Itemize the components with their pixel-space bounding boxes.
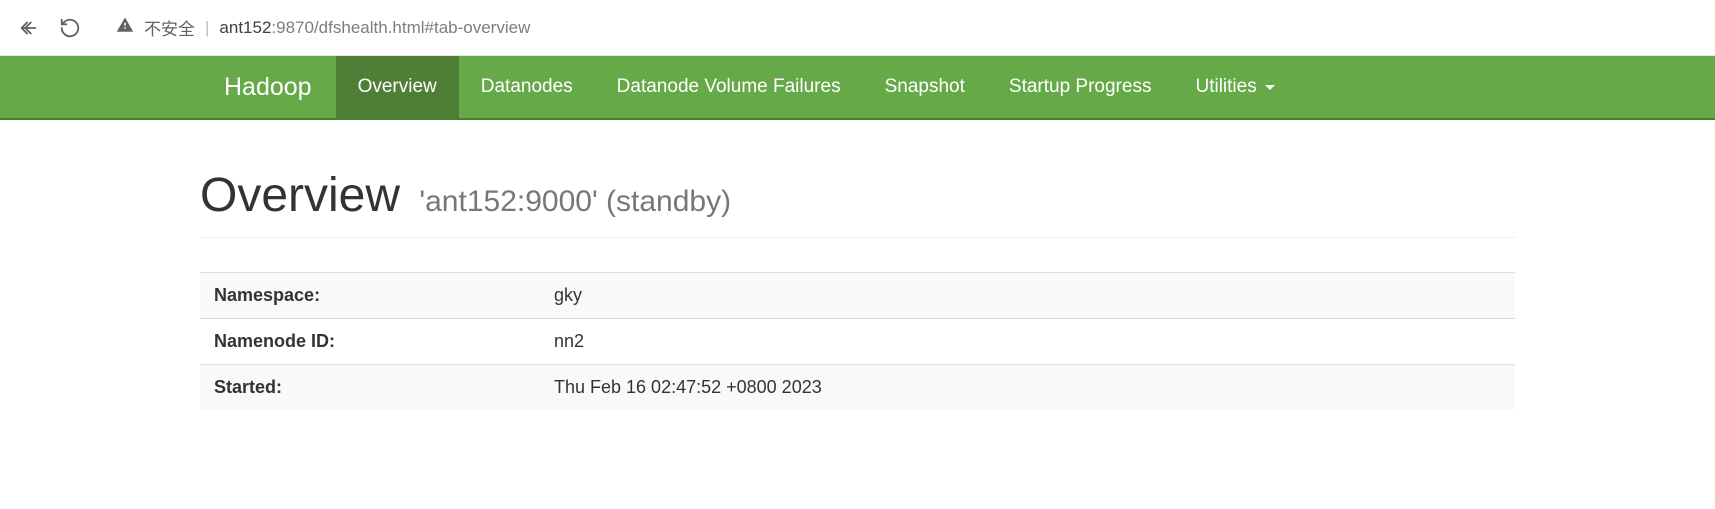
row-value: nn2	[540, 319, 1515, 365]
row-value: Thu Feb 16 02:47:52 +0800 2023	[540, 365, 1515, 411]
address-bar[interactable]: 不安全 | ant152:9870/dfshealth.html#tab-ove…	[98, 10, 1701, 46]
url-text: ant152:9870/dfshealth.html#tab-overview	[219, 18, 530, 38]
row-label: Namenode ID:	[200, 319, 540, 365]
row-value: gky	[540, 273, 1515, 319]
nav-startup-progress[interactable]: Startup Progress	[987, 56, 1174, 118]
url-host: ant152	[219, 18, 271, 37]
title-divider	[200, 237, 1515, 238]
nav-utilities-dropdown[interactable]: Utilities	[1173, 56, 1296, 118]
nav-snapshot[interactable]: Snapshot	[863, 56, 987, 118]
nav-datanode-volume-failures[interactable]: Datanode Volume Failures	[595, 56, 863, 118]
table-row: Started: Thu Feb 16 02:47:52 +0800 2023	[200, 365, 1515, 411]
brand[interactable]: Hadoop	[200, 56, 336, 118]
table-row: Namenode ID: nn2	[200, 319, 1515, 365]
reload-button[interactable]	[56, 14, 84, 42]
caret-down-icon	[1265, 85, 1275, 90]
page-title: Overview 'ant152:9000' (standby)	[200, 168, 1515, 223]
insecure-label: 不安全	[144, 15, 195, 40]
url-path: :9870/dfshealth.html#tab-overview	[271, 18, 530, 37]
page-title-main: Overview	[200, 169, 400, 222]
page-title-sub: 'ant152:9000' (standby)	[419, 185, 731, 218]
address-separator: |	[205, 18, 209, 38]
table-row: Namespace: gky	[200, 273, 1515, 319]
nav-utilities-label: Utilities	[1195, 76, 1256, 98]
overview-table: Namespace: gky Namenode ID: nn2 Started:…	[200, 272, 1515, 410]
main-content: Overview 'ant152:9000' (standby) Namespa…	[0, 120, 1715, 410]
row-label: Namespace:	[200, 273, 540, 319]
row-label: Started:	[200, 365, 540, 411]
main-nav: Hadoop Overview Datanodes Datanode Volum…	[0, 56, 1715, 120]
warning-icon	[116, 16, 134, 39]
browser-toolbar: 不安全 | ant152:9870/dfshealth.html#tab-ove…	[0, 0, 1715, 56]
nav-datanodes[interactable]: Datanodes	[459, 56, 595, 118]
nav-overview[interactable]: Overview	[336, 56, 459, 118]
back-button[interactable]	[14, 14, 42, 42]
